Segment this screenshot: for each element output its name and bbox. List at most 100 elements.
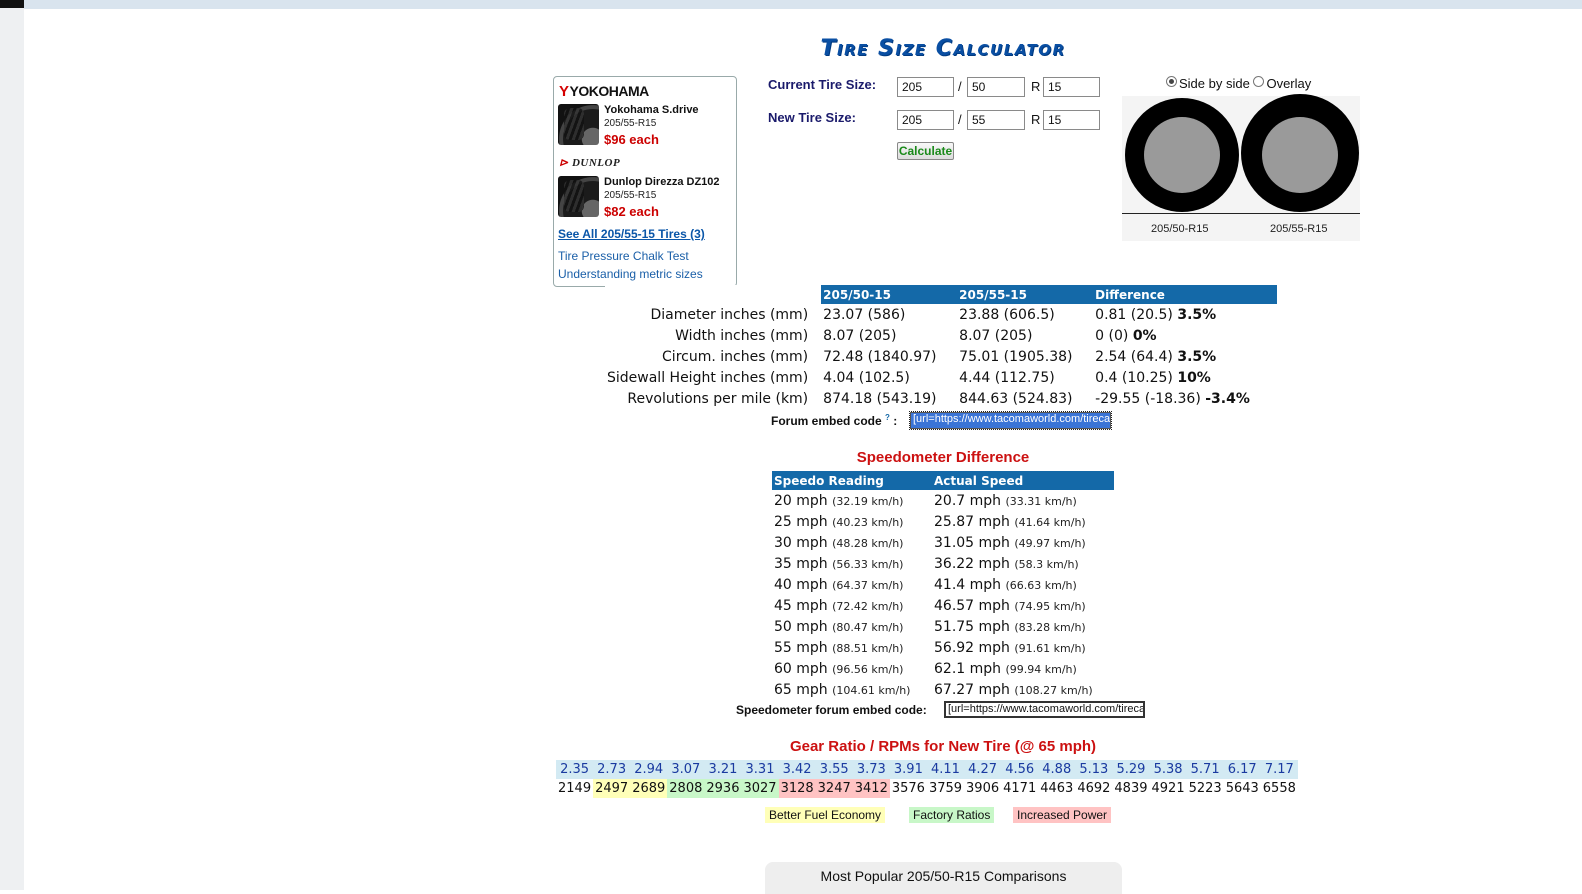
speedo-reading: 45 mph (72.42 km/h): [774, 597, 904, 614]
actual-speed: 25.87 mph (41.64 km/h): [934, 513, 1086, 530]
speedo-reading: 40 mph (64.37 km/h): [774, 576, 904, 593]
product-price: $96 each: [604, 132, 659, 147]
new-width-input[interactable]: [897, 110, 954, 130]
radio-unselected-icon[interactable]: [1253, 76, 1265, 87]
radio-selected-icon[interactable]: [1166, 76, 1177, 87]
top-bar: [24, 0, 1582, 9]
gear-ratio-cell: 5.29: [1112, 760, 1150, 779]
rpm-cell: 3128: [778, 779, 816, 798]
column-header: Actual Speed: [932, 471, 1114, 490]
actual-speed: 31.05 mph (49.97 km/h): [934, 534, 1086, 551]
table-row: 30 mph (48.28 km/h) 31.05 mph (49.97 km/h…: [772, 532, 1114, 553]
difference-percent: 10%: [1177, 369, 1211, 386]
dunlop-logo[interactable]: ⊳ DUNLOP: [559, 156, 620, 169]
rpm-cell: 2149: [556, 779, 594, 798]
gear-title: Gear Ratio / RPMs for New Tire (@ 65 mph…: [789, 738, 1097, 755]
current-value: 874.18 (543.19): [823, 390, 937, 407]
current-tire-caption: 205/50-R15: [1151, 223, 1209, 235]
row-label: Sidewall Height inches (mm): [605, 367, 822, 388]
see-all-tires-link[interactable]: See All 205/55-15 Tires (3): [558, 227, 705, 241]
product-name[interactable]: Dunlop Direzza DZ102: [604, 176, 720, 188]
speedo-reading: 60 mph (96.56 km/h): [774, 660, 904, 677]
rpm-cell: 3576: [889, 779, 927, 798]
calculate-button[interactable]: Calculate: [897, 142, 954, 160]
current-aspect-input[interactable]: [967, 77, 1025, 97]
gear-ratio-cell: 4.88: [1038, 760, 1076, 779]
current-size-label: Current Tire Size:: [768, 77, 877, 92]
rpm-cell: 4921: [1149, 779, 1187, 798]
forum-embed-input[interactable]: [url=https://www.tacomaworld.com/tirecal…: [909, 411, 1112, 430]
rpm-cell: 3759: [926, 779, 965, 798]
overlay-radio[interactable]: Overlay: [1253, 76, 1311, 91]
gear-ratio-cell: 3.42: [778, 760, 816, 779]
speedo-title: Speedometer Difference: [856, 449, 1030, 466]
page-title: Tire Size Calculator: [820, 36, 1066, 61]
current-rim-shape: [1144, 117, 1220, 193]
gear-ratio-cell: 5.38: [1149, 760, 1187, 779]
row-label: Diameter inches (mm): [605, 304, 822, 325]
new-value: 75.01 (1905.38): [959, 348, 1073, 365]
row-label: Revolutions per mile (km): [605, 388, 822, 409]
left-gutter: [0, 0, 24, 890]
gear-ratio-cell: 3.07: [667, 760, 705, 779]
gear-ratio-cell: 5.71: [1186, 760, 1224, 779]
speedo-embed-input[interactable]: [url=https://www.tacomaworld.com/tirecal…: [944, 701, 1145, 718]
difference-percent: 3.5%: [1177, 306, 1217, 323]
difference-percent: 3.5%: [1177, 348, 1217, 365]
rpm-cell: 6558: [1260, 779, 1298, 798]
gear-ratio-cell: 2.94: [630, 760, 668, 779]
gear-ratio-cell: 7.17: [1260, 760, 1298, 779]
dunlop-tire-image[interactable]: [558, 176, 599, 217]
table-row: 35 mph (56.33 km/h) 36.22 mph (58.3 km/h): [772, 553, 1114, 574]
new-rim-input[interactable]: [1043, 110, 1100, 130]
actual-speed: 41.4 mph (66.63 km/h): [934, 576, 1077, 593]
new-value: 4.44 (112.75): [959, 369, 1055, 386]
new-value: 8.07 (205): [959, 327, 1033, 344]
tire-stats-table: 205/50-15 205/55-15 Difference Diameter …: [605, 285, 1278, 409]
table-row: 65 mph (104.61 km/h) 67.27 mph (108.27 km…: [772, 679, 1114, 700]
product-size: 205/55-R15: [604, 118, 657, 129]
chalk-test-link[interactable]: Tire Pressure Chalk Test: [558, 249, 689, 263]
speedo-embed-label: Speedometer forum embed code:: [736, 703, 927, 717]
product-price: $82 each: [604, 204, 659, 219]
new-rim-shape: [1262, 117, 1338, 193]
popular-comparisons-header: Most Popular 205/50-R15 Comparisons: [765, 862, 1122, 894]
gear-ratio-cell: 3.55: [815, 760, 853, 779]
metric-sizes-link[interactable]: Understanding metric sizes: [558, 267, 703, 281]
rpm-cell: 2497: [593, 779, 631, 798]
actual-speed: 62.1 mph (99.94 km/h): [934, 660, 1077, 677]
speedo-reading: 50 mph (80.47 km/h): [774, 618, 904, 635]
yokohama-logo[interactable]: YYOKOHAMA: [559, 83, 649, 100]
ground-line: [1122, 213, 1360, 214]
speedo-reading: 30 mph (48.28 km/h): [774, 534, 904, 551]
yokohama-tire-image[interactable]: [558, 104, 599, 145]
table-row: Circum. inches (mm) 72.48 (1840.97) 75.01 …: [605, 346, 1277, 367]
gear-ratio-cell: 4.56: [1001, 760, 1039, 779]
current-width-input[interactable]: [897, 77, 954, 97]
table-corner: [605, 285, 822, 304]
column-header: Speedo Reading: [772, 471, 932, 490]
rpm-cell: 3247: [815, 779, 853, 798]
actual-speed: 51.75 mph (83.28 km/h): [934, 618, 1086, 635]
current-rim-input[interactable]: [1043, 77, 1100, 97]
rpm-cell: 4171: [1001, 779, 1039, 798]
difference-value: 0 (0) 0%: [1095, 327, 1157, 344]
difference-value: 2.54 (64.4) 3.5%: [1095, 348, 1217, 365]
speedo-reading: 35 mph (56.33 km/h): [774, 555, 904, 572]
new-aspect-input[interactable]: [967, 110, 1025, 130]
help-icon[interactable]: ?: [885, 413, 890, 422]
side-by-side-radio[interactable]: Side by side: [1166, 76, 1250, 91]
column-header: Difference: [1093, 285, 1278, 304]
product-name[interactable]: Yokohama S.drive: [604, 104, 699, 116]
rpm-cell: 2808: [667, 779, 705, 798]
speedo-reading: 20 mph (32.19 km/h): [774, 492, 904, 509]
gear-ratio-cell: 2.35: [556, 760, 594, 779]
row-label: Circum. inches (mm): [605, 346, 822, 367]
table-row: 20 mph (32.19 km/h) 20.7 mph (33.31 km/h): [772, 490, 1114, 511]
rpm-cell: 4692: [1075, 779, 1113, 798]
table-row: 60 mph (96.56 km/h) 62.1 mph (99.94 km/h): [772, 658, 1114, 679]
speedo-table: Speedo Reading Actual Speed 20 mph (32.1…: [772, 471, 1114, 700]
rim-prefix: R: [1031, 79, 1041, 94]
table-row: 25 mph (40.23 km/h) 25.87 mph (41.64 km/h…: [772, 511, 1114, 532]
slash-separator: /: [958, 112, 962, 127]
